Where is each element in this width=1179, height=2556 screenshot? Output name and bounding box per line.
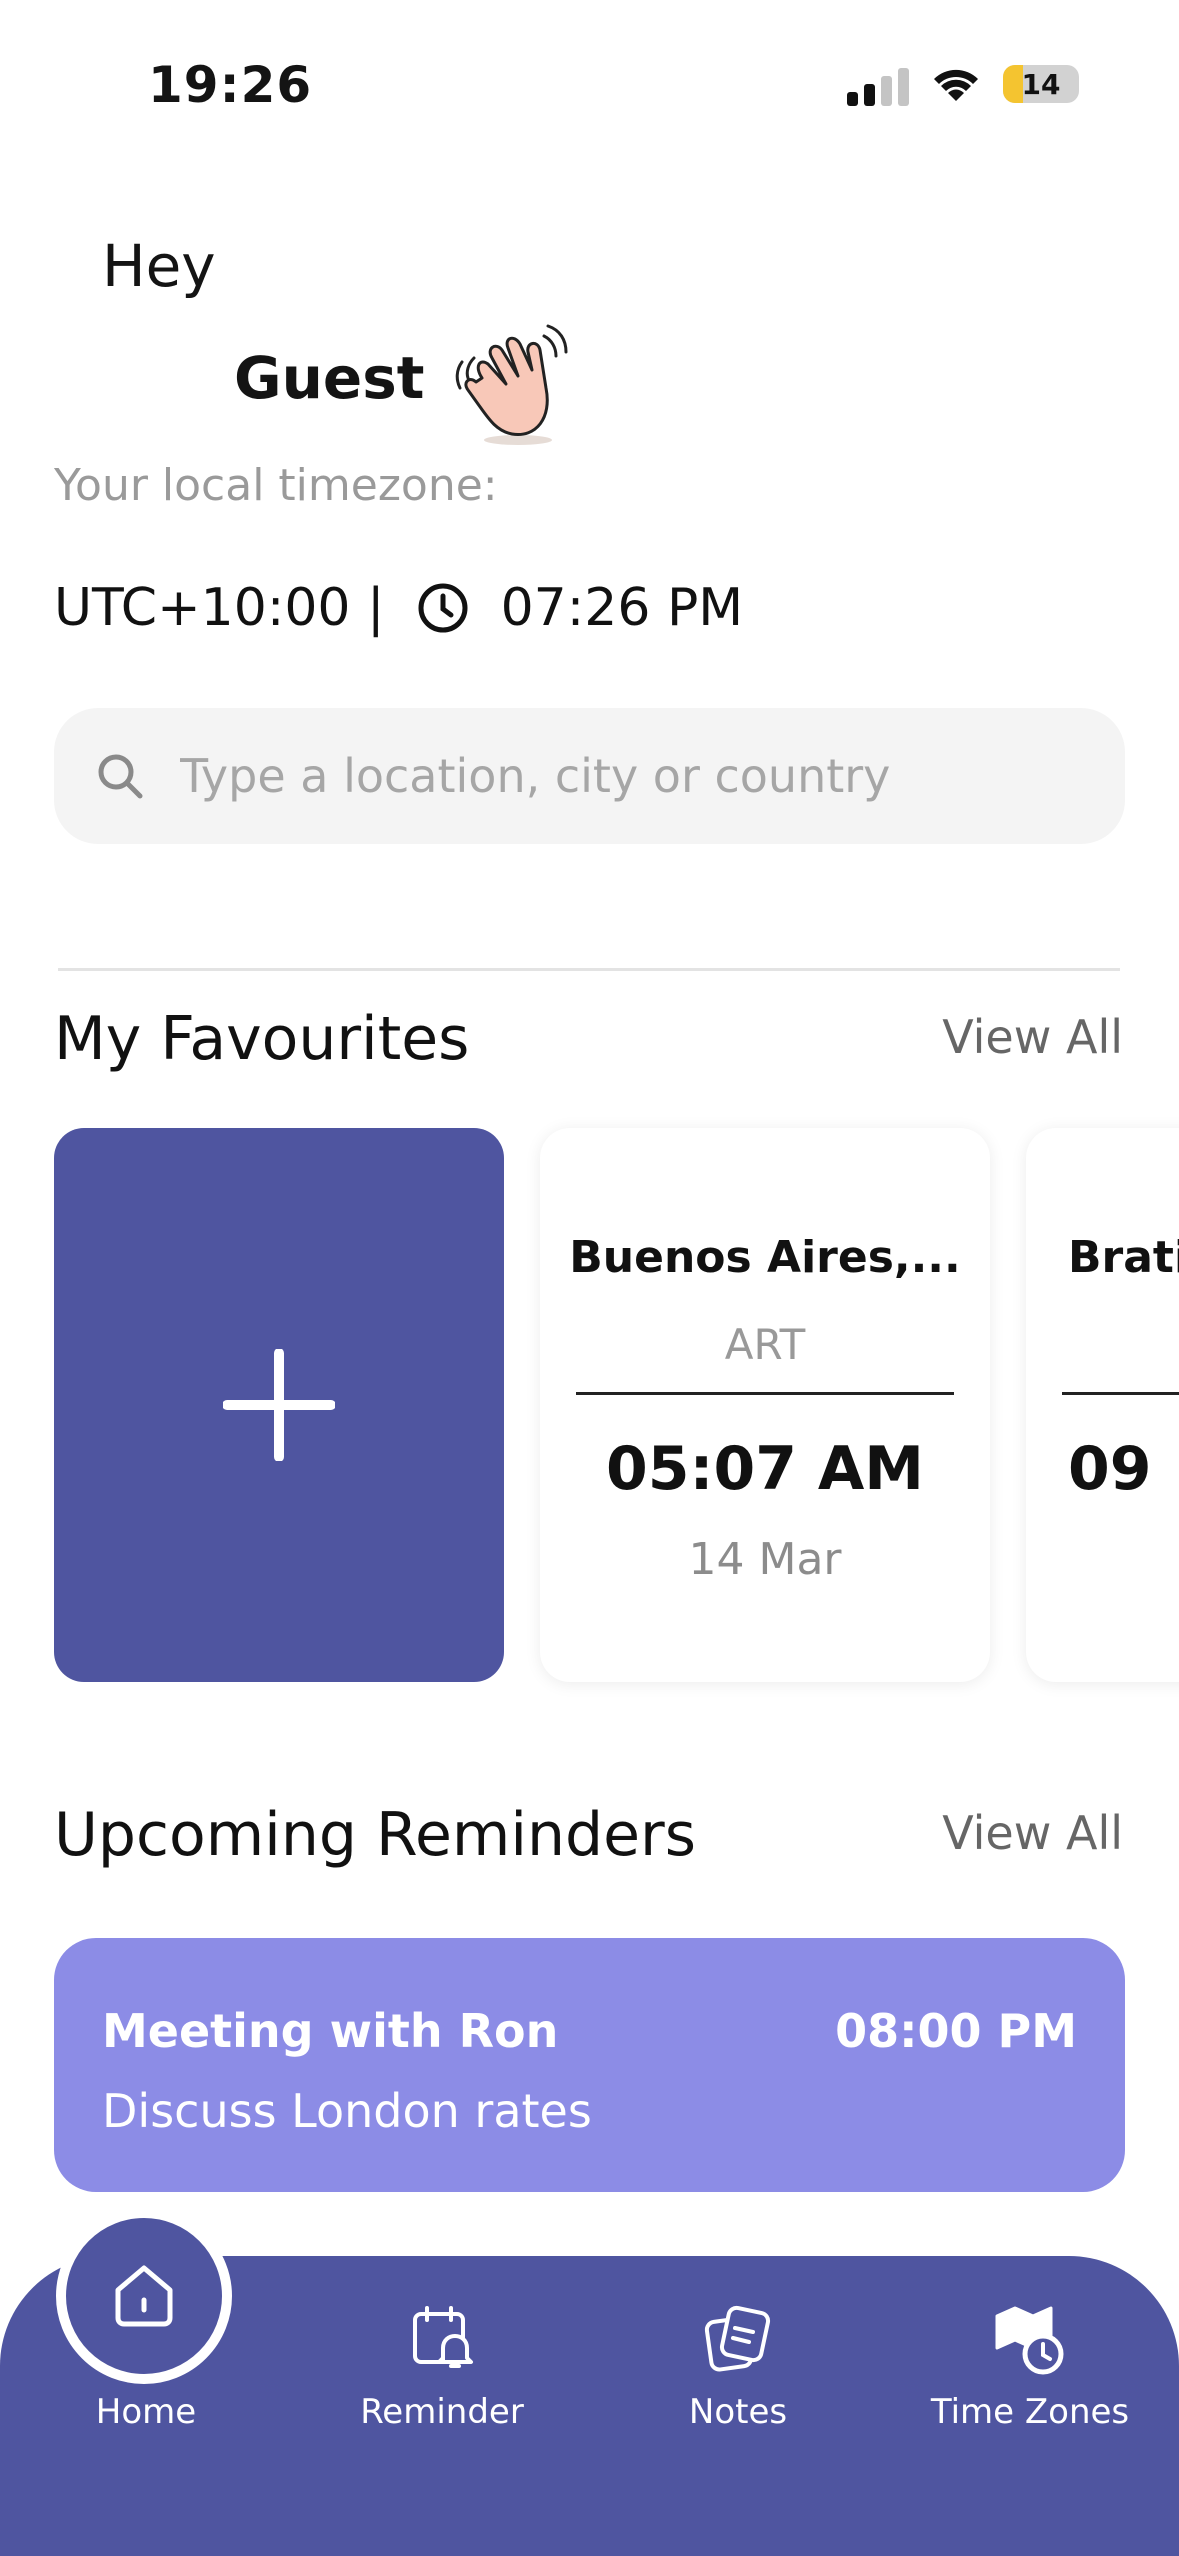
local-timezone-row: UTC+10:00 | 07:26 PM (54, 578, 743, 638)
nav-label-time-zones: Time Zones (930, 2392, 1130, 2432)
favourite-city: Brati (1068, 1232, 1179, 1283)
utc-offset: UTC+10:00 | (54, 578, 385, 638)
nav-label-reminder: Reminder (360, 2392, 524, 2432)
favourite-time: 09 (1068, 1434, 1152, 1504)
reminder-time: 08:00 PM (835, 2004, 1077, 2058)
search-input[interactable] (178, 748, 1002, 804)
section-divider (58, 968, 1120, 971)
nav-label-home: Home (95, 2392, 197, 2432)
card-divider (1062, 1392, 1179, 1395)
battery-icon: 14 (1003, 65, 1079, 103)
home-active-indicator[interactable] (56, 2208, 232, 2384)
reminder-card[interactable]: Meeting with Ron 08:00 PM Discuss London… (54, 1938, 1125, 2192)
home-screen: 19:26 14 Hey Guest Your local timezone: … (0, 0, 1179, 2556)
home-icon (115, 2265, 173, 2327)
reminder-title: Meeting with Ron (102, 2004, 559, 2058)
plus-icon (223, 1349, 335, 1461)
user-name: Guest (234, 344, 425, 412)
favourites-title: My Favourites (54, 1004, 470, 1074)
card-divider (576, 1392, 954, 1395)
calendar-bell-icon (413, 2306, 473, 2368)
favourite-date: 14 Mar (688, 1534, 842, 1585)
waving-hand-icon (455, 324, 568, 445)
status-icons: 14 (847, 62, 1079, 106)
local-time: 07:26 PM (500, 578, 744, 638)
battery-level: 14 (1021, 67, 1061, 101)
reminders-view-all-link[interactable]: View All (942, 1806, 1123, 1860)
search-icon (98, 754, 143, 799)
search-bar[interactable] (54, 708, 1125, 844)
favourite-city: Buenos Aires,... (569, 1232, 961, 1283)
status-time: 19:26 (148, 56, 313, 114)
favourite-time: 05:07 AM (605, 1434, 925, 1504)
greeting-hey: Hey (102, 232, 216, 300)
nav-label-notes: Notes (688, 2392, 788, 2432)
reminder-description: Discuss London rates (102, 2084, 592, 2138)
favourite-card[interactable]: Buenos Aires,... ART 05:07 AM 14 Mar (540, 1128, 990, 1682)
wifi-icon (934, 69, 978, 101)
cellular-signal-icon (847, 62, 909, 106)
reminders-title: Upcoming Reminders (54, 1800, 696, 1870)
local-timezone-label: Your local timezone: (54, 460, 498, 511)
favourite-timezone-abbr: ART (724, 1320, 806, 1369)
map-clock-icon (995, 2306, 1064, 2375)
clock-icon (418, 583, 468, 633)
favourites-view-all-link[interactable]: View All (942, 1010, 1123, 1064)
favourite-card[interactable]: Brati 09 (1026, 1128, 1179, 1682)
add-favourite-button[interactable] (54, 1128, 504, 1682)
notes-icon (704, 2305, 771, 2372)
